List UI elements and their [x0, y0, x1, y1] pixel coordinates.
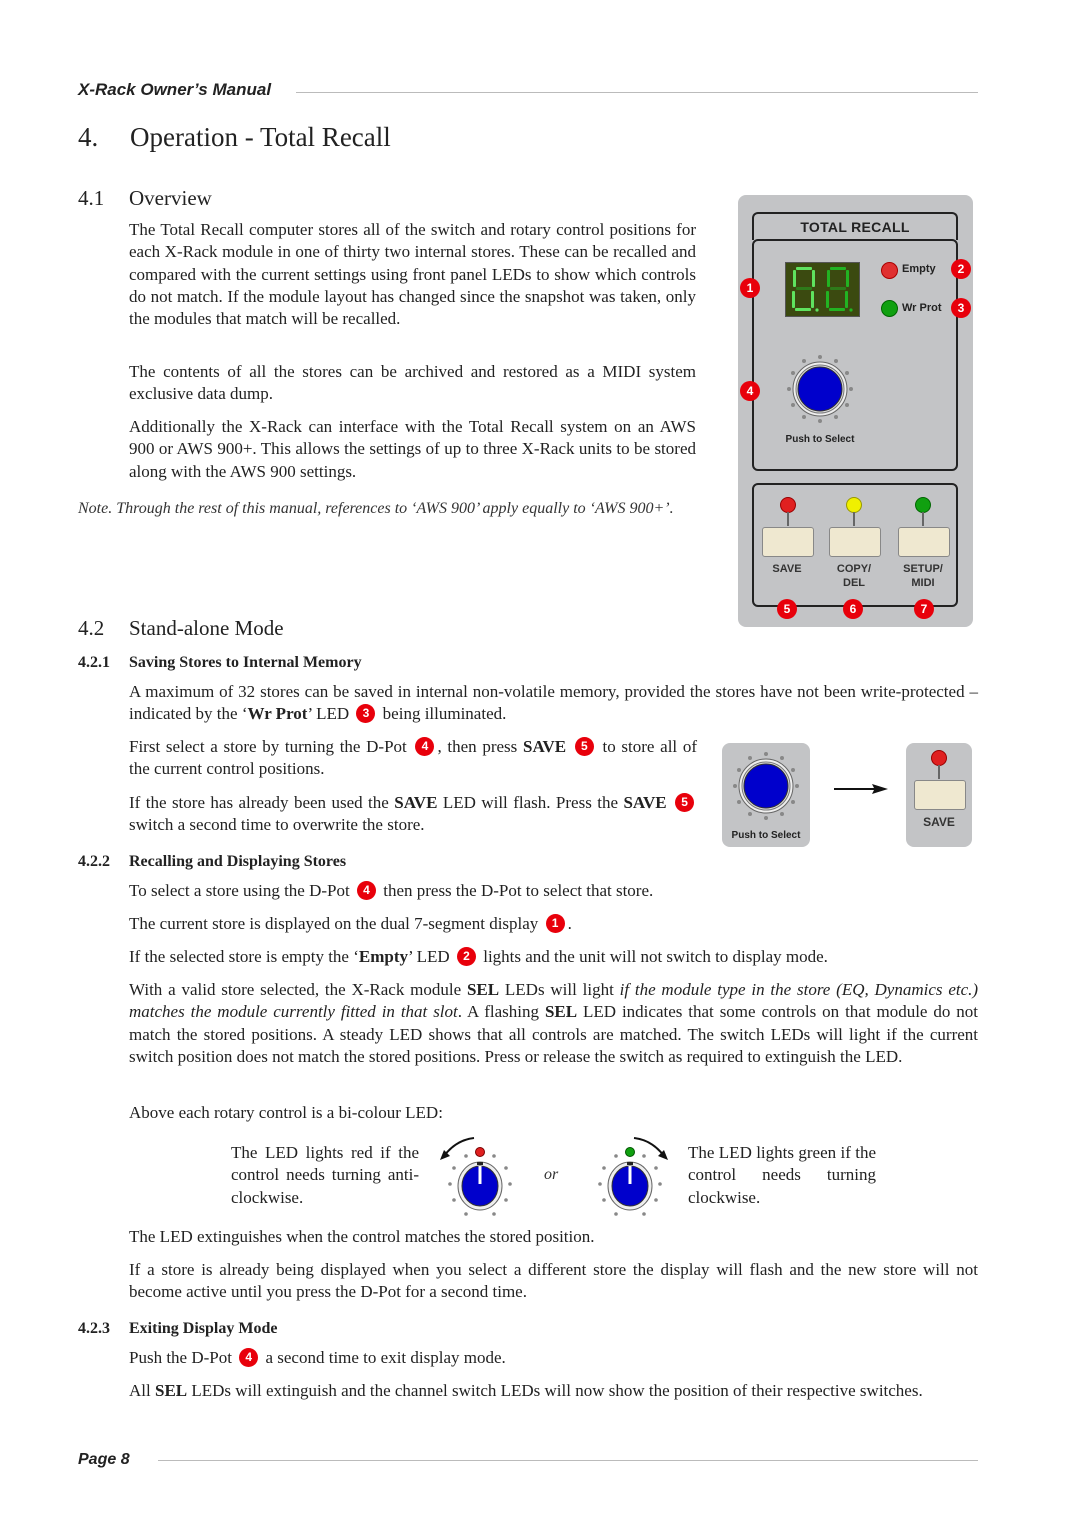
section-title: Stand-alone Mode — [129, 616, 284, 640]
recalling-paragraph-4: With a valid store selected, the X-Rack … — [129, 980, 979, 1066]
red-led-description: The LED lights red if the control needs … — [231, 1143, 419, 1207]
copy-del-led-stem — [853, 512, 855, 526]
saving-paragraph-3: If the store has already been used the S… — [129, 792, 697, 837]
note-paragraph: Note. Through the rest of this manual, r… — [78, 498, 696, 520]
panel-title: TOTAL RECALL — [800, 219, 910, 235]
setup-midi-led — [915, 497, 931, 513]
running-header-title: X-Rack Owner’s Manual — [78, 80, 272, 99]
d-pot-knob[interactable] — [784, 353, 856, 425]
overview-paragraph-1: The Total Recall computer stores all of … — [129, 220, 696, 329]
digit-2 — [826, 267, 853, 312]
exiting-paragraph-1: Push the D-Pot 4 a second time to exit d… — [129, 1348, 506, 1367]
subsection-title: Recalling and Displaying Stores — [129, 853, 347, 870]
overview-paragraph-2: The contents of all the stores can be ar… — [129, 362, 696, 404]
callout-3-wr-prot: 3 — [951, 298, 971, 318]
exiting-paragraph-2: All SEL LEDs will extinguish and the cha… — [129, 1381, 923, 1400]
page-number: Page 8 — [78, 1451, 130, 1468]
wr-prot-led — [881, 300, 898, 317]
clockwise-knob-figure — [598, 1137, 668, 1216]
callout-4-inline: 4 — [356, 881, 376, 900]
arrow-right-icon — [834, 784, 888, 794]
callout-5-inline: 5 — [675, 793, 695, 812]
setup-midi-switch[interactable] — [898, 527, 950, 557]
saving-paragraph-1: A maximum of 32 stores can be saved in i… — [129, 682, 978, 724]
callout-5-inline: 5 — [574, 737, 594, 756]
push-to-select-label: Push to Select — [785, 434, 855, 445]
subsection-heading-exiting: 4.2.3 Exiting Display Mode — [78, 1320, 277, 1338]
subsection-heading-recalling: 4.2.2 Recalling and Displaying Stores — [78, 853, 346, 871]
callout-4-inline: 4 — [239, 1348, 259, 1367]
copy-del-led — [846, 497, 862, 513]
chapter-heading: 4. Operation - Total Recall — [78, 122, 391, 153]
section-title: Overview — [129, 186, 212, 210]
header-rule — [296, 92, 978, 93]
save-led — [780, 497, 796, 513]
figure-save-led — [931, 750, 947, 766]
setup-midi-switch-label: SETUP/MIDI — [903, 563, 943, 589]
save-switch[interactable] — [762, 527, 814, 557]
save-led-stem — [787, 512, 789, 526]
recalling-paragraph-2: The current store is displayed on the du… — [129, 914, 572, 933]
callout-5-save: 5 — [777, 599, 797, 619]
panel-title-box: TOTAL RECALL — [752, 212, 958, 240]
figure-save-stem — [938, 765, 940, 779]
recalling-paragraph-5: Above each rotary control is a bi-colour… — [129, 1103, 443, 1122]
setup-midi-led-stem — [922, 512, 924, 526]
subsection-title: Saving Stores to Internal Memory — [129, 654, 362, 671]
chapter-number: 4. — [78, 122, 99, 152]
callout-1-display: 1 — [740, 278, 760, 298]
note-text: Through the rest of this manual, referen… — [116, 500, 674, 517]
figure-push-label: Push to Select — [731, 830, 801, 841]
recalling-paragraph-3: If the selected store is empty the ‘Empt… — [129, 947, 828, 966]
section-number: 4.1 — [78, 186, 105, 210]
callout-4-d-pot: 4 — [740, 381, 760, 401]
callout-1-inline: 1 — [545, 914, 565, 933]
saving-paragraph-2: First select a store by turning the D-Po… — [129, 737, 697, 779]
figure-save-label: SAVE — [923, 815, 955, 829]
callout-4-inline: 4 — [415, 737, 435, 756]
callout-2-inline: 2 — [456, 947, 476, 966]
empty-led — [881, 262, 898, 279]
overview-paragraph-3: Additionally the X-Rack can interface wi… — [129, 417, 696, 481]
section-number: 4.2 — [78, 616, 105, 640]
callout-7-setup-midi: 7 — [914, 599, 934, 619]
empty-label: Empty — [902, 263, 936, 275]
recalling-paragraph-6: The LED extinguishes when the control ma… — [129, 1227, 595, 1246]
green-led-description: The LED lights green if the control need… — [688, 1143, 876, 1207]
subsection-title: Exiting Display Mode — [129, 1320, 278, 1337]
seven-segment-display — [785, 262, 860, 317]
subsection-number: 4.2.3 — [78, 1320, 110, 1337]
anticlockwise-knob-figure — [440, 1137, 512, 1216]
wr-prot-label: Wr Prot — [902, 302, 942, 314]
recalling-paragraph-7: If a store is already being displayed wh… — [129, 1260, 978, 1302]
subsection-heading-saving: 4.2.1 Saving Stores to Internal Memory — [78, 654, 362, 672]
note-label: Note. — [78, 500, 113, 517]
recalling-paragraph-1: To select a store using the D-Pot 4 then… — [129, 881, 654, 900]
footer-rule — [158, 1460, 978, 1461]
callout-3-inline: 3 — [356, 704, 376, 724]
copy-del-switch[interactable] — [829, 527, 881, 557]
callout-2-empty: 2 — [951, 259, 971, 279]
section-heading-overview: 4.1 Overview — [78, 186, 212, 211]
or-label: or — [544, 1166, 559, 1183]
subsection-number: 4.2.2 — [78, 853, 110, 870]
digit-1 — [792, 267, 819, 312]
display-digits — [792, 267, 853, 312]
figure-save-switch — [914, 780, 966, 810]
subsection-number: 4.2.1 — [78, 654, 110, 671]
copy-del-switch-label: COPY/DEL — [836, 563, 872, 589]
save-switch-label: SAVE — [772, 563, 802, 575]
chapter-title: Operation - Total Recall — [130, 122, 391, 152]
section-heading-standalone: 4.2 Stand-alone Mode — [78, 616, 284, 641]
figure-d-pot-knob — [733, 752, 799, 820]
callout-6-copy-del: 6 — [843, 599, 863, 619]
